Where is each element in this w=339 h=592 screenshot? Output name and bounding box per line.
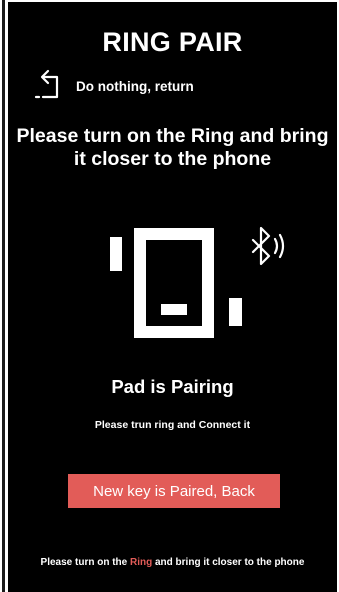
pad-home-bar (161, 304, 187, 315)
footer-text-end: and bring it closer to the phone (152, 557, 305, 568)
ring-pair-screen: RING PAIR Do nothing, return Please turn… (8, 2, 337, 592)
page-title: RING PAIR (102, 27, 243, 57)
footer-ring-highlight: Ring (130, 557, 153, 568)
app-frame: RING PAIR Do nothing, return Please turn… (0, 0, 339, 592)
pairing-status-title: Pad is Pairing (111, 376, 234, 397)
window-edge (2, 0, 5, 592)
pairing-instruction: Please turn on the Ring and bring it clo… (16, 125, 329, 170)
pairing-status-subtitle: Please trun ring and Connect it (94, 419, 251, 431)
paired-back-button[interactable]: New key is Paired, Back (68, 474, 280, 508)
return-arrow-icon (34, 69, 59, 99)
return-label: Do nothing, return (76, 78, 194, 94)
pairing-illustration (110, 226, 285, 338)
footer-text-start: Please turn on the (40, 557, 130, 568)
pad-device-icon (110, 228, 242, 338)
left-ring-marker (110, 237, 122, 271)
bluetooth-icon (251, 226, 285, 266)
right-ring-marker (229, 298, 242, 326)
return-button[interactable]: Do nothing, return (32, 67, 194, 105)
footer-instruction: Please turn on the Ring and bring it clo… (8, 557, 337, 569)
